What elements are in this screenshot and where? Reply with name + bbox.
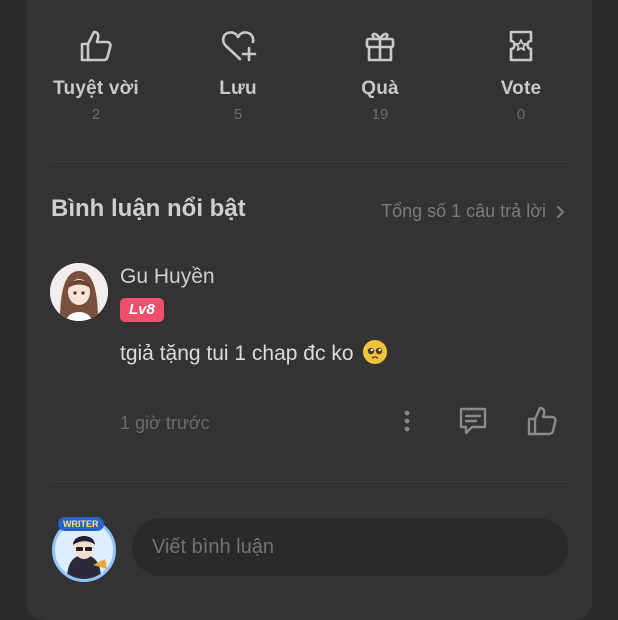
comment-body: tgiả tặng tui 1 chap đc ko [120,342,354,365]
level-badge: Lv8 [120,298,164,322]
pleading-face-emoji [363,340,388,364]
total-replies-label: Tổng số 1 câu trả lời [381,201,546,221]
gift-icon [365,32,395,62]
stat-count: 5 [233,106,243,123]
chevron-right-icon [556,205,565,218]
divider [52,161,568,162]
reply-icon[interactable] [455,403,491,439]
stat-vote[interactable]: Vote 0 [456,26,586,123]
stat-label: Tuyệt vời [53,78,139,99]
stat-luu[interactable]: Lưu 5 [173,26,303,123]
stats-row: Tuyệt vời 2 Lưu 5 Quà 19 Vote 0 [0,0,618,150]
stat-count: 0 [516,106,526,123]
stat-count: 2 [91,106,101,123]
stat-label: Quà [361,78,399,99]
writer-badge: WRITER [58,517,104,531]
stat-label: Vote [500,78,542,99]
vote-ticket-icon [509,30,533,62]
stat-qua[interactable]: Quà 19 [315,26,445,123]
stat-tuyet-voi[interactable]: Tuyệt vời 2 [31,26,161,123]
stat-label: Lưu [219,78,257,99]
commenter-name[interactable]: Gu Huyền [120,265,215,289]
thumbs-up-icon [80,30,112,62]
comment-text: tgiả tặng tui 1 chap đc ko [120,340,388,366]
heart-plus-icon [221,31,257,62]
stat-count: 19 [371,106,389,123]
total-replies-link[interactable]: Tổng số 1 câu trả lời [381,201,566,222]
like-icon[interactable] [524,403,560,439]
commenter-avatar[interactable] [50,263,108,321]
section-title: Bình luận nổi bật [51,195,246,222]
more-options-icon[interactable] [389,403,425,439]
divider [52,481,568,482]
comment-timestamp: 1 giờ trước [120,413,210,433]
comment-input[interactable] [132,518,568,576]
